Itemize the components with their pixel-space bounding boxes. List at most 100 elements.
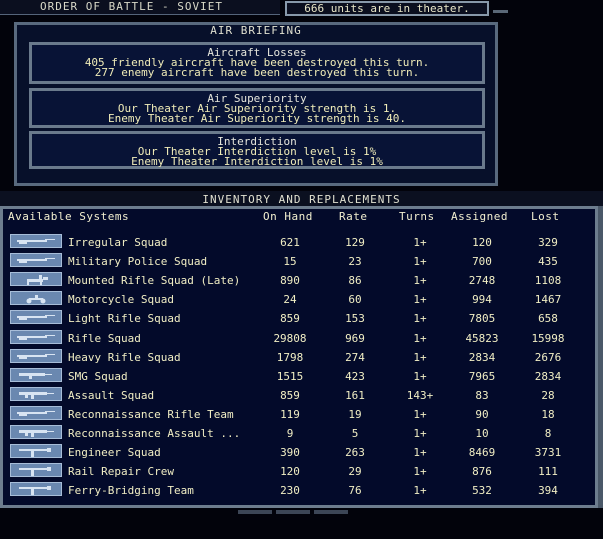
table-row[interactable]: Light Rifle Squad 859 153 1+ 7805 658 [0, 309, 598, 328]
rate-value: 969 [345, 331, 365, 345]
table-row[interactable]: Mounted Rifle Squad (Late) 890 86 1+ 2748 110… [0, 271, 598, 290]
on-hand-value: 230 [280, 484, 300, 498]
lost-value: 435 [538, 255, 558, 269]
unit-icon-button[interactable] [10, 405, 62, 420]
column-header-rate: Rate [339, 210, 368, 223]
unit-icon-button[interactable] [10, 348, 62, 363]
lost-value: 18 [541, 407, 555, 421]
system-name: Light Rifle Squad [68, 312, 181, 326]
system-name: SMG Squad [68, 369, 128, 383]
rate-value: 129 [345, 236, 365, 249]
rate-value: 86 [348, 274, 362, 288]
column-header-turns: Turns [399, 210, 435, 223]
turns-value: 1+ [413, 369, 427, 383]
on-hand-value: 15 [283, 255, 297, 269]
unit-icon-button[interactable] [10, 234, 62, 248]
assigned-value: 532 [472, 484, 492, 498]
air-briefing-title: AIR BRIEFING [210, 24, 302, 37]
assigned-value: 994 [472, 293, 492, 307]
on-hand-value: 890 [280, 274, 300, 288]
rate-value: 263 [345, 446, 365, 460]
rate-value: 153 [345, 312, 365, 326]
assigned-value: 45823 [465, 331, 499, 345]
lost-value: 329 [538, 236, 558, 249]
on-hand-value: 120 [280, 465, 300, 479]
turns-value: 1+ [413, 255, 427, 269]
unit-icon-button[interactable] [10, 253, 62, 268]
air-superiority-box: Air Superiority Our Theater Air Superior… [29, 88, 485, 128]
turns-value: 1+ [413, 427, 427, 440]
system-name: Rifle Squad [68, 331, 141, 345]
unit-icon-button[interactable] [10, 425, 62, 439]
turns-value: 1+ [413, 236, 427, 249]
assigned-value: 700 [472, 255, 492, 269]
units-in-theater-readout: 666 units are in theater. [285, 1, 489, 16]
unit-icon-button[interactable] [10, 463, 62, 478]
unit-icon-button[interactable] [10, 482, 62, 497]
unit-icon-button[interactable] [10, 310, 62, 325]
assigned-value: 2834 [468, 350, 496, 364]
system-name: Assault Squad [68, 388, 155, 402]
lost-value: 3731 [534, 446, 562, 460]
on-hand-value: 9 [286, 427, 294, 440]
table-row[interactable]: Assault Squad 859 161 143+ 83 28 [0, 386, 598, 405]
lost-value: 1108 [534, 274, 562, 288]
aircraft-losses-box: Aircraft Losses 405 friendly aircraft ha… [29, 42, 485, 84]
rate-value: 274 [345, 350, 365, 364]
table-row[interactable]: Military Police Squad 15 23 1+ 700 435 [0, 252, 598, 271]
table-row[interactable]: Heavy Rifle Squad 1798 274 1+ 2834 2676 [0, 348, 598, 367]
system-name: Military Police Squad [68, 255, 208, 269]
turns-value: 1+ [413, 484, 427, 498]
turns-value: 1+ [413, 312, 427, 326]
inventory-scrollbar[interactable] [598, 206, 603, 508]
rate-value: 29 [348, 465, 362, 479]
assigned-value: 7965 [468, 369, 496, 383]
system-name: Irregular Squad [68, 236, 168, 249]
table-row[interactable]: Rail Repair Crew 120 29 1+ 876 111 [0, 462, 598, 481]
rate-value: 76 [348, 484, 362, 498]
table-row[interactable]: Irregular Squad 621 129 1+ 120 329 [0, 233, 598, 252]
on-hand-value: 859 [280, 312, 300, 326]
lost-value: 8 [544, 427, 552, 440]
on-hand-value: 29808 [273, 331, 307, 345]
table-row[interactable]: Rifle Squad 29808 969 1+ 45823 15998 [0, 329, 598, 348]
unit-icon-button[interactable] [10, 367, 62, 382]
table-row[interactable]: Motorcycle Squad 24 60 1+ 994 1467 [0, 290, 598, 309]
assigned-value: 120 [472, 236, 492, 249]
turns-value: 1+ [413, 465, 427, 479]
system-name: Engineer Squad [68, 446, 161, 460]
unit-icon-button[interactable] [10, 444, 62, 459]
footer-segment [238, 510, 272, 514]
table-row[interactable]: SMG Squad 1515 423 1+ 7965 2834 [0, 367, 598, 386]
unit-icon-button[interactable] [10, 272, 62, 287]
turns-value: 1+ [413, 350, 427, 364]
table-row[interactable]: Ferry-Bridging Team 230 76 1+ 532 394 [0, 481, 598, 500]
rate-value: 60 [348, 293, 362, 307]
unit-icon-button[interactable] [10, 386, 62, 401]
on-hand-value: 119 [280, 407, 300, 421]
assigned-value: 90 [475, 407, 489, 421]
page-title: ORDER OF BATTLE - SOVIET [0, 0, 280, 15]
turns-value: 1+ [413, 293, 427, 307]
turns-value: 143+ [406, 388, 434, 402]
on-hand-value: 1515 [276, 369, 304, 383]
unit-icon-button[interactable] [10, 329, 62, 344]
system-name: Mounted Rifle Squad (Late) [68, 274, 241, 288]
lost-value: 28 [541, 388, 555, 402]
table-row[interactable]: Reconnaissance Rifle Team 119 19 1+ 90 18 [0, 405, 598, 424]
on-hand-value: 390 [280, 446, 300, 460]
lost-value: 15998 [531, 331, 565, 345]
rate-value: 161 [345, 388, 365, 402]
table-row[interactable]: Reconnaissance Assault ... 9 5 1+ 10 8 [0, 424, 598, 443]
interdiction-box: Interdiction Our Theater Interdiction le… [29, 131, 485, 169]
column-header-assigned: Assigned [451, 210, 508, 223]
assigned-value: 2748 [468, 274, 496, 288]
column-header-on-hand: On Hand [263, 210, 313, 223]
unit-icon-button[interactable] [10, 291, 62, 306]
turns-value: 1+ [413, 331, 427, 345]
rate-value: 19 [348, 407, 362, 421]
interdiction-line-2: Enemy Theater Interdiction level is 1% [131, 155, 383, 168]
system-name: Reconnaissance Rifle Team [68, 407, 234, 421]
table-row[interactable]: Engineer Squad 390 263 1+ 8469 3731 [0, 443, 598, 462]
inventory-title: INVENTORY AND REPLACEMENTS [202, 193, 401, 206]
